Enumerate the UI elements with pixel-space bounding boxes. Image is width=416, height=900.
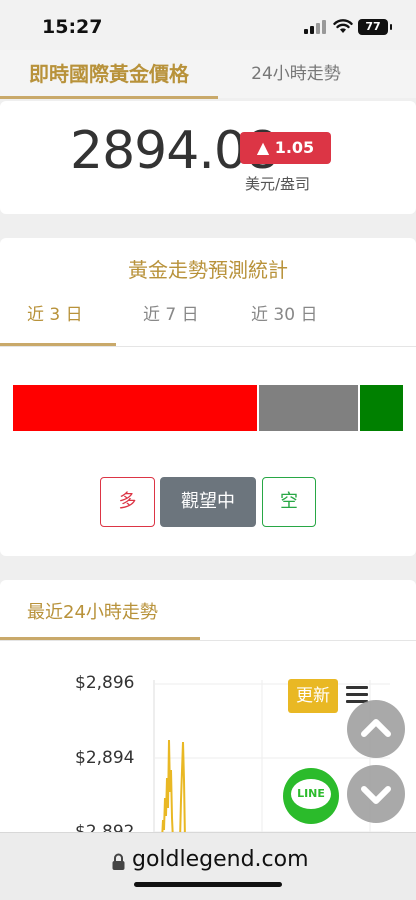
tab-24h-trend[interactable]: 24小時走勢 — [232, 56, 360, 92]
page-url: goldlegend.com — [132, 847, 309, 872]
battery-icon: 77 — [358, 19, 392, 35]
price-unit: 美元/盎司 — [245, 175, 311, 193]
divider — [0, 346, 416, 347]
bearish-ratio-bar — [360, 385, 403, 431]
neutral-ratio-bar — [259, 385, 358, 431]
home-indicator — [134, 882, 282, 887]
line-logo-icon: LINE — [291, 779, 331, 809]
scroll-down-button[interactable] — [347, 765, 405, 823]
y-tick-label: $2,894 — [75, 748, 135, 768]
chevron-down-icon — [361, 786, 391, 804]
refresh-button[interactable]: 更新 — [288, 679, 338, 713]
tab-live-price[interactable]: 即時國際黃金價格 — [0, 56, 218, 92]
price-trend-line — [161, 739, 186, 840]
trend-title: 最近24小時走勢 — [27, 602, 158, 623]
divider — [0, 640, 416, 641]
bullish-button[interactable]: 多 — [100, 477, 155, 527]
wifi-icon — [333, 19, 353, 33]
bearish-button[interactable]: 空 — [262, 477, 316, 527]
browser-address-bar[interactable]: goldlegend.com — [0, 832, 416, 900]
lock-icon — [112, 853, 125, 870]
forecast-title: 黃金走勢預測統計 — [128, 258, 288, 282]
forecast-card: 黃金走勢預測統計 近 3 日 近 7 日 近 30 日 多 觀望中 空 — [0, 238, 416, 556]
signal-icon — [304, 20, 326, 34]
tab-30-days[interactable]: 近 30 日 — [251, 300, 317, 325]
y-tick-label: $2,896 — [75, 673, 135, 693]
chevron-up-icon — [361, 719, 391, 737]
tab-3-days[interactable]: 近 3 日 — [27, 300, 83, 325]
scroll-up-button[interactable] — [347, 700, 405, 758]
neutral-button[interactable]: 觀望中 — [160, 477, 256, 527]
bullish-ratio-bar — [13, 385, 257, 431]
tab-7-days[interactable]: 近 7 日 — [143, 300, 199, 325]
active-tab-indicator — [0, 96, 218, 99]
price-change-badge: ▲ 1.05 — [240, 132, 331, 164]
price-card: 2894.08 ▲ 1.05 美元/盎司 — [0, 101, 416, 214]
top-tabs: 即時國際黃金價格 24小時走勢 — [0, 50, 416, 98]
status-bar: 15:27 77 — [0, 0, 416, 50]
line-share-button[interactable]: LINE — [283, 768, 339, 824]
status-time: 15:27 — [42, 16, 103, 38]
